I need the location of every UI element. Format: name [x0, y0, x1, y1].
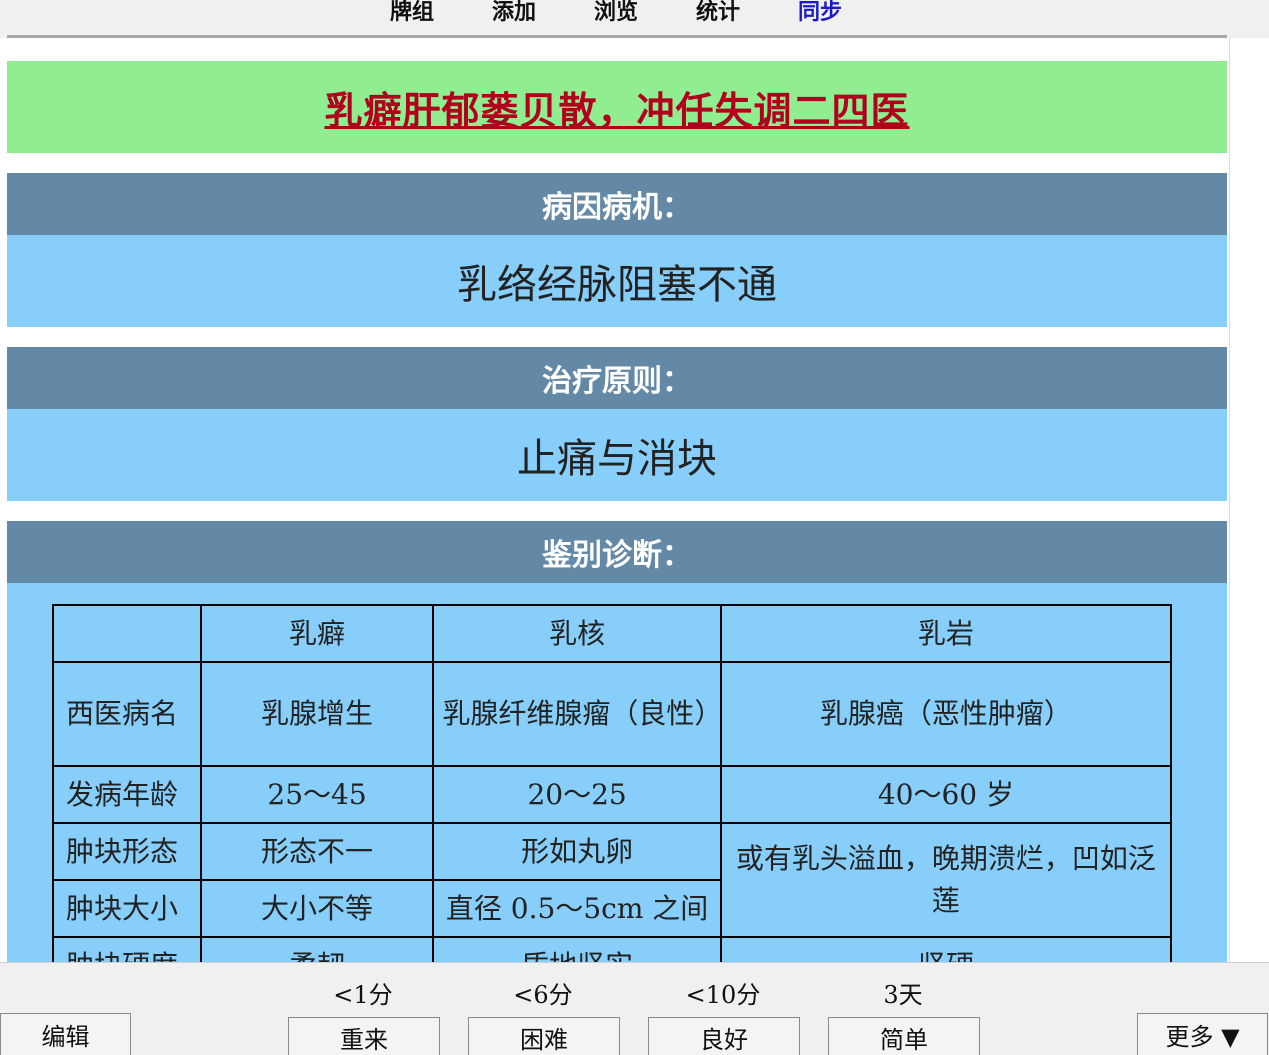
hard-button[interactable]: 困难	[468, 1017, 620, 1055]
section-body-etiology: 乳络经脉阻塞不通	[7, 235, 1227, 327]
section-heading-treatment: 治疗原则：	[7, 347, 1227, 409]
table-cell: 柔韧	[199, 936, 435, 962]
section-heading-etiology: 病因病机：	[7, 173, 1227, 235]
table-cell: 形如丸卵	[432, 822, 722, 881]
nav-menu: 牌组 添加 浏览 统计 同步	[390, 0, 900, 26]
table-cell: 形态不一	[199, 822, 435, 881]
interval-easy: 3天	[883, 981, 923, 1009]
row-label: 肿块形态	[52, 822, 202, 881]
top-navigation: 牌组 添加 浏览 统计 同步	[0, 0, 1269, 36]
table-header-cell: 乳核	[432, 604, 722, 663]
table-cell: 40～60 岁	[719, 765, 1173, 824]
table-cell: 20～25	[432, 765, 722, 824]
section-body-diagnosis: 乳癖 乳核 乳岩 西医病名 乳腺增生 乳腺纤维腺瘤（良性） 乳腺癌（恶性肿瘤） …	[7, 583, 1227, 962]
card-view: 乳癖肝郁蒌贝散，冲任失调二四医 病因病机： 乳络经脉阻塞不通 治疗原则： 止痛与…	[0, 38, 1269, 962]
edit-button[interactable]: 编辑	[0, 1013, 131, 1055]
table-header-cell: 乳岩	[719, 604, 1173, 663]
table-cell: 25～45	[199, 765, 435, 824]
easy-button[interactable]: 简单	[828, 1017, 980, 1055]
nav-sync[interactable]: 同步	[798, 0, 900, 26]
table-cell: 直径 0.5～5cm 之间	[432, 879, 722, 938]
scrollbar[interactable]	[1229, 38, 1269, 962]
interval-good: <10分	[685, 981, 761, 1009]
table-cell: 坚硬	[719, 936, 1173, 962]
row-label: 西医病名	[52, 661, 202, 767]
table-cell: 质地坚实	[432, 936, 722, 962]
table-header-cell	[52, 604, 202, 663]
table-cell: 或有乳头溢血，晚期溃烂，凹如泛莲	[719, 822, 1173, 938]
nav-add[interactable]: 添加	[492, 0, 594, 26]
table-row: 发病年龄 25～45 20～25 40～60 岁	[52, 765, 1173, 824]
interval-again: <1分	[333, 981, 393, 1009]
nav-stats[interactable]: 统计	[696, 0, 798, 26]
row-label: 肿块大小	[52, 879, 202, 938]
section-heading-diagnosis: 鉴别诊断：	[7, 521, 1227, 583]
nav-browse[interactable]: 浏览	[594, 0, 696, 26]
table-row: 肿块硬度 柔韧 质地坚实 坚硬	[52, 936, 1173, 962]
card-title-box: 乳癖肝郁蒌贝散，冲任失调二四医	[7, 61, 1227, 153]
table-header-cell: 乳癖	[199, 604, 435, 663]
table-header-row: 乳癖 乳核 乳岩	[52, 604, 1173, 663]
good-button[interactable]: 良好	[648, 1017, 800, 1055]
table-row: 西医病名 乳腺增生 乳腺纤维腺瘤（良性） 乳腺癌（恶性肿瘤）	[52, 661, 1173, 767]
table-cell: 乳腺纤维腺瘤（良性）	[432, 661, 722, 767]
more-button[interactable]: 更多 ▼	[1137, 1013, 1268, 1055]
review-bar: <1分 <6分 <10分 3天 编辑 重来 困难 良好 简单 更多 ▼	[0, 962, 1269, 1055]
interval-hard: <6分	[513, 981, 573, 1009]
section-body-treatment: 止痛与消块	[7, 409, 1227, 501]
card-title: 乳癖肝郁蒌贝散，冲任失调二四医	[324, 88, 910, 133]
row-label: 肿块硬度	[52, 936, 202, 962]
again-button[interactable]: 重来	[288, 1017, 440, 1055]
table-cell: 大小不等	[199, 879, 435, 938]
differential-diagnosis-table: 乳癖 乳核 乳岩 西医病名 乳腺增生 乳腺纤维腺瘤（良性） 乳腺癌（恶性肿瘤） …	[52, 604, 1173, 962]
table-row: 肿块形态 形态不一 形如丸卵 或有乳头溢血，晚期溃烂，凹如泛莲	[52, 822, 1173, 938]
table-cell: 乳腺增生	[199, 661, 435, 767]
row-label: 发病年龄	[52, 765, 202, 824]
nav-decks[interactable]: 牌组	[390, 0, 492, 26]
table-cell: 乳腺癌（恶性肿瘤）	[719, 661, 1173, 767]
